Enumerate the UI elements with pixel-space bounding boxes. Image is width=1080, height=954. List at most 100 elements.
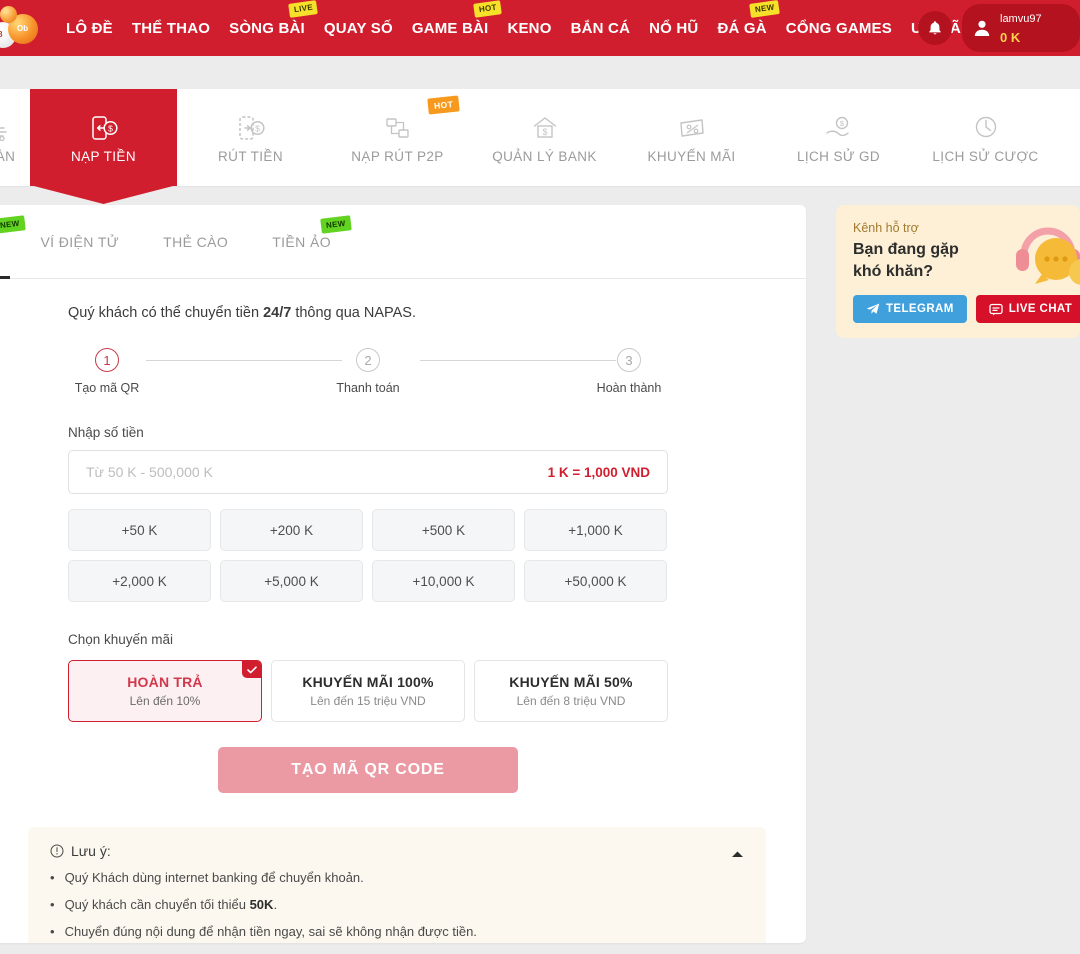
nav-label: GAME BÀI	[412, 20, 489, 37]
quick-amount-button[interactable]: +50 K	[68, 509, 211, 551]
step-2: 2 Thanh toán	[329, 348, 407, 395]
step-label: Tạo mã QR	[68, 381, 146, 395]
nav-item-5[interactable]: KENO	[507, 16, 551, 41]
withdraw-phone-icon: $	[235, 112, 267, 142]
napas-lead-text: Quý khách có thể chuyển tiền 24/7 thông …	[68, 305, 766, 321]
notice-text: Quý Khách dùng internet banking để chuyể…	[65, 870, 364, 885]
sub-tab-tien-ao[interactable]: TIỀN ẢO NEW	[250, 205, 353, 279]
nav-item-2[interactable]: SÒNG BÀI LIVE	[229, 16, 305, 41]
amount-input[interactable]	[86, 464, 548, 480]
promo-subtitle: Lên đến 15 triệu VND	[310, 694, 425, 708]
nav-item-6[interactable]: BẮN CÁ	[571, 16, 631, 41]
nav-badge-new: NEW	[749, 0, 779, 17]
feature-tab-khuyen-mai[interactable]: KHUYẾN MÃI	[618, 89, 765, 186]
step-1: 1 Tạo mã QR	[68, 348, 146, 395]
feature-tab-hoan[interactable]: HOÀN	[0, 89, 30, 186]
nav-badge-hot: HOT	[473, 0, 501, 17]
main-navigation: LÔ ĐỀ THỂ THAO SÒNG BÀI LIVE QUAY SỐ GAM…	[66, 0, 965, 56]
transaction-history-icon: $	[823, 112, 855, 142]
username-label: lamvu97	[1000, 13, 1042, 25]
feature-tab-label: QUẢN LÝ BANK	[492, 149, 597, 164]
feature-tab-rut-tien[interactable]: $ RÚT TIỀN	[177, 89, 324, 186]
header-right-cluster: lamvu97 0 K	[918, 0, 1080, 56]
promo-card-hoan-tra[interactable]: HOÀN TRẢ Lên đến 10%	[68, 660, 262, 722]
top-header-bar: 8 Ob LÔ ĐỀ THỂ THAO SÒNG BÀI LIVE QUAY S…	[0, 0, 1080, 56]
cashback-icon	[0, 112, 10, 142]
live-chat-button[interactable]: LIVE CHAT	[976, 295, 1080, 323]
nav-item-9[interactable]: CỔNG GAMES	[786, 16, 892, 41]
amount-input-wrapper[interactable]: 1 K = 1,000 VND	[68, 450, 668, 494]
svg-text:$: $	[108, 123, 113, 133]
nav-label: THỂ THAO	[132, 20, 210, 37]
nav-item-7[interactable]: NỔ HŨ	[649, 16, 698, 41]
notice-text-post: .	[273, 897, 277, 912]
feature-tab-nap-tien[interactable]: $ NẠP TIỀN	[30, 89, 177, 186]
support-buttons: TELEGRAM LIVE CHAT	[853, 295, 1080, 323]
nav-item-8[interactable]: ĐÁ GÀ NEW	[717, 16, 766, 41]
nav-item-1[interactable]: THỂ THAO	[132, 16, 210, 41]
balance-label: 0 K	[1000, 30, 1020, 45]
promo-card-khuyen-mai-100[interactable]: KHUYẾN MÃI 100% Lên đến 15 triệu VND	[271, 660, 465, 722]
feature-tab-p2p[interactable]: NẠP RÚT P2P HOT	[324, 89, 471, 186]
telegram-label: TELEGRAM	[886, 303, 954, 315]
promotion-grid: HOÀN TRẢ Lên đến 10% KHUYẾN MÃI 100% Lên…	[68, 660, 668, 722]
nav-item-4[interactable]: GAME BÀI HOT	[412, 16, 489, 41]
quick-amount-button[interactable]: +50,000 K	[524, 560, 667, 602]
sub-tab-the-cao[interactable]: THẺ CÀO	[141, 205, 250, 279]
nav-item-0[interactable]: LÔ ĐỀ	[66, 16, 113, 41]
promo-subtitle: Lên đến 8 triệu VND	[517, 694, 626, 708]
rate-hint-label: 1 K = 1,000 VND	[548, 465, 650, 480]
notice-text: Chuyển đúng nội dung để nhận tiền ngay, …	[65, 924, 477, 939]
deposit-phone-icon: $	[88, 112, 120, 142]
feature-tab-lich-su-cuoc[interactable]: LỊCH SỬ CƯỢC	[912, 89, 1059, 186]
chevron-up-icon	[731, 850, 744, 858]
sub-tab-label: TIỀN ẢO	[272, 234, 331, 250]
notice-header: Lưu ý:	[50, 843, 744, 859]
quick-amount-grid: +50 K +200 K +500 K +1,000 K +2,000 K +5…	[68, 509, 668, 602]
lead-pre: Quý khách có thể chuyển tiền	[68, 305, 263, 321]
quick-amount-button[interactable]: +5,000 K	[220, 560, 363, 602]
notice-text: Quý khách cần chuyển tối thiểu	[65, 897, 250, 912]
telegram-paper-plane-icon	[866, 303, 880, 315]
page-body: AY NEW VÍ ĐIỆN TỬ THẺ CÀO TIỀN ẢO NEW Qu…	[0, 187, 1080, 943]
info-circle-icon	[50, 844, 64, 858]
support-title-line1: Bạn đang gặp	[853, 241, 959, 258]
quick-amount-button[interactable]: +500 K	[372, 509, 515, 551]
feature-tab-label: NẠP RÚT P2P	[351, 149, 443, 164]
step-3: 3 Hoàn thành	[590, 348, 668, 395]
notice-item: • Chuyển đúng nội dung để nhận tiền ngay…	[50, 924, 744, 941]
feature-tab-badge-hot: HOT	[427, 95, 460, 114]
notice-list: • Quý Khách dùng internet banking để chu…	[50, 870, 744, 943]
user-account-chip[interactable]: lamvu97 0 K	[962, 4, 1080, 52]
feature-tab-label: HOÀN	[0, 149, 15, 164]
quick-amount-button[interactable]: +10,000 K	[372, 560, 515, 602]
nav-label: SÒNG BÀI	[229, 20, 305, 37]
nav-item-3[interactable]: QUAY SỐ	[324, 16, 393, 41]
notification-bell-icon	[927, 20, 943, 37]
telegram-button[interactable]: TELEGRAM	[853, 295, 967, 323]
step-label: Hoàn thành	[590, 381, 668, 395]
bullet-icon: •	[50, 924, 55, 941]
live-chat-icon	[989, 303, 1003, 316]
amount-field-label: Nhập số tiền	[68, 425, 766, 440]
quick-amount-button[interactable]: +200 K	[220, 509, 363, 551]
feature-tab-quan-ly-bank[interactable]: $ QUẢN LÝ BANK	[471, 89, 618, 186]
quick-amount-button[interactable]: +1,000 K	[524, 509, 667, 551]
promo-card-khuyen-mai-50[interactable]: KHUYẾN MÃI 50% Lên đến 8 triệu VND	[474, 660, 668, 722]
feature-tab-lich-su-gd[interactable]: $ LỊCH SỬ GD	[765, 89, 912, 186]
sub-tab-vi-dien-tu[interactable]: VÍ ĐIỆN TỬ	[18, 205, 141, 279]
promo-field-label: Chọn khuyến mãi	[68, 632, 766, 647]
notice-title: Lưu ý:	[71, 843, 111, 859]
svg-text:$: $	[839, 119, 844, 128]
feature-tab-bar: HOÀN $ NẠP TIỀN $ RÚT TIỀN	[0, 89, 1080, 187]
quick-amount-button[interactable]: +2,000 K	[68, 560, 211, 602]
notice-collapse-button[interactable]	[731, 845, 744, 863]
stepper-connector-2	[420, 360, 616, 361]
create-qr-code-button[interactable]: TẠO MÃ QR CODE	[218, 747, 518, 793]
header-spacer	[0, 56, 1080, 89]
bet-history-clock-icon	[971, 112, 1001, 142]
notification-bell-button[interactable]	[918, 11, 952, 45]
lottery-balls-logo[interactable]: 8 Ob	[0, 0, 44, 56]
sub-tab-qr-pay[interactable]: AY NEW	[0, 205, 18, 279]
nav-label: QUAY SỐ	[324, 20, 393, 37]
